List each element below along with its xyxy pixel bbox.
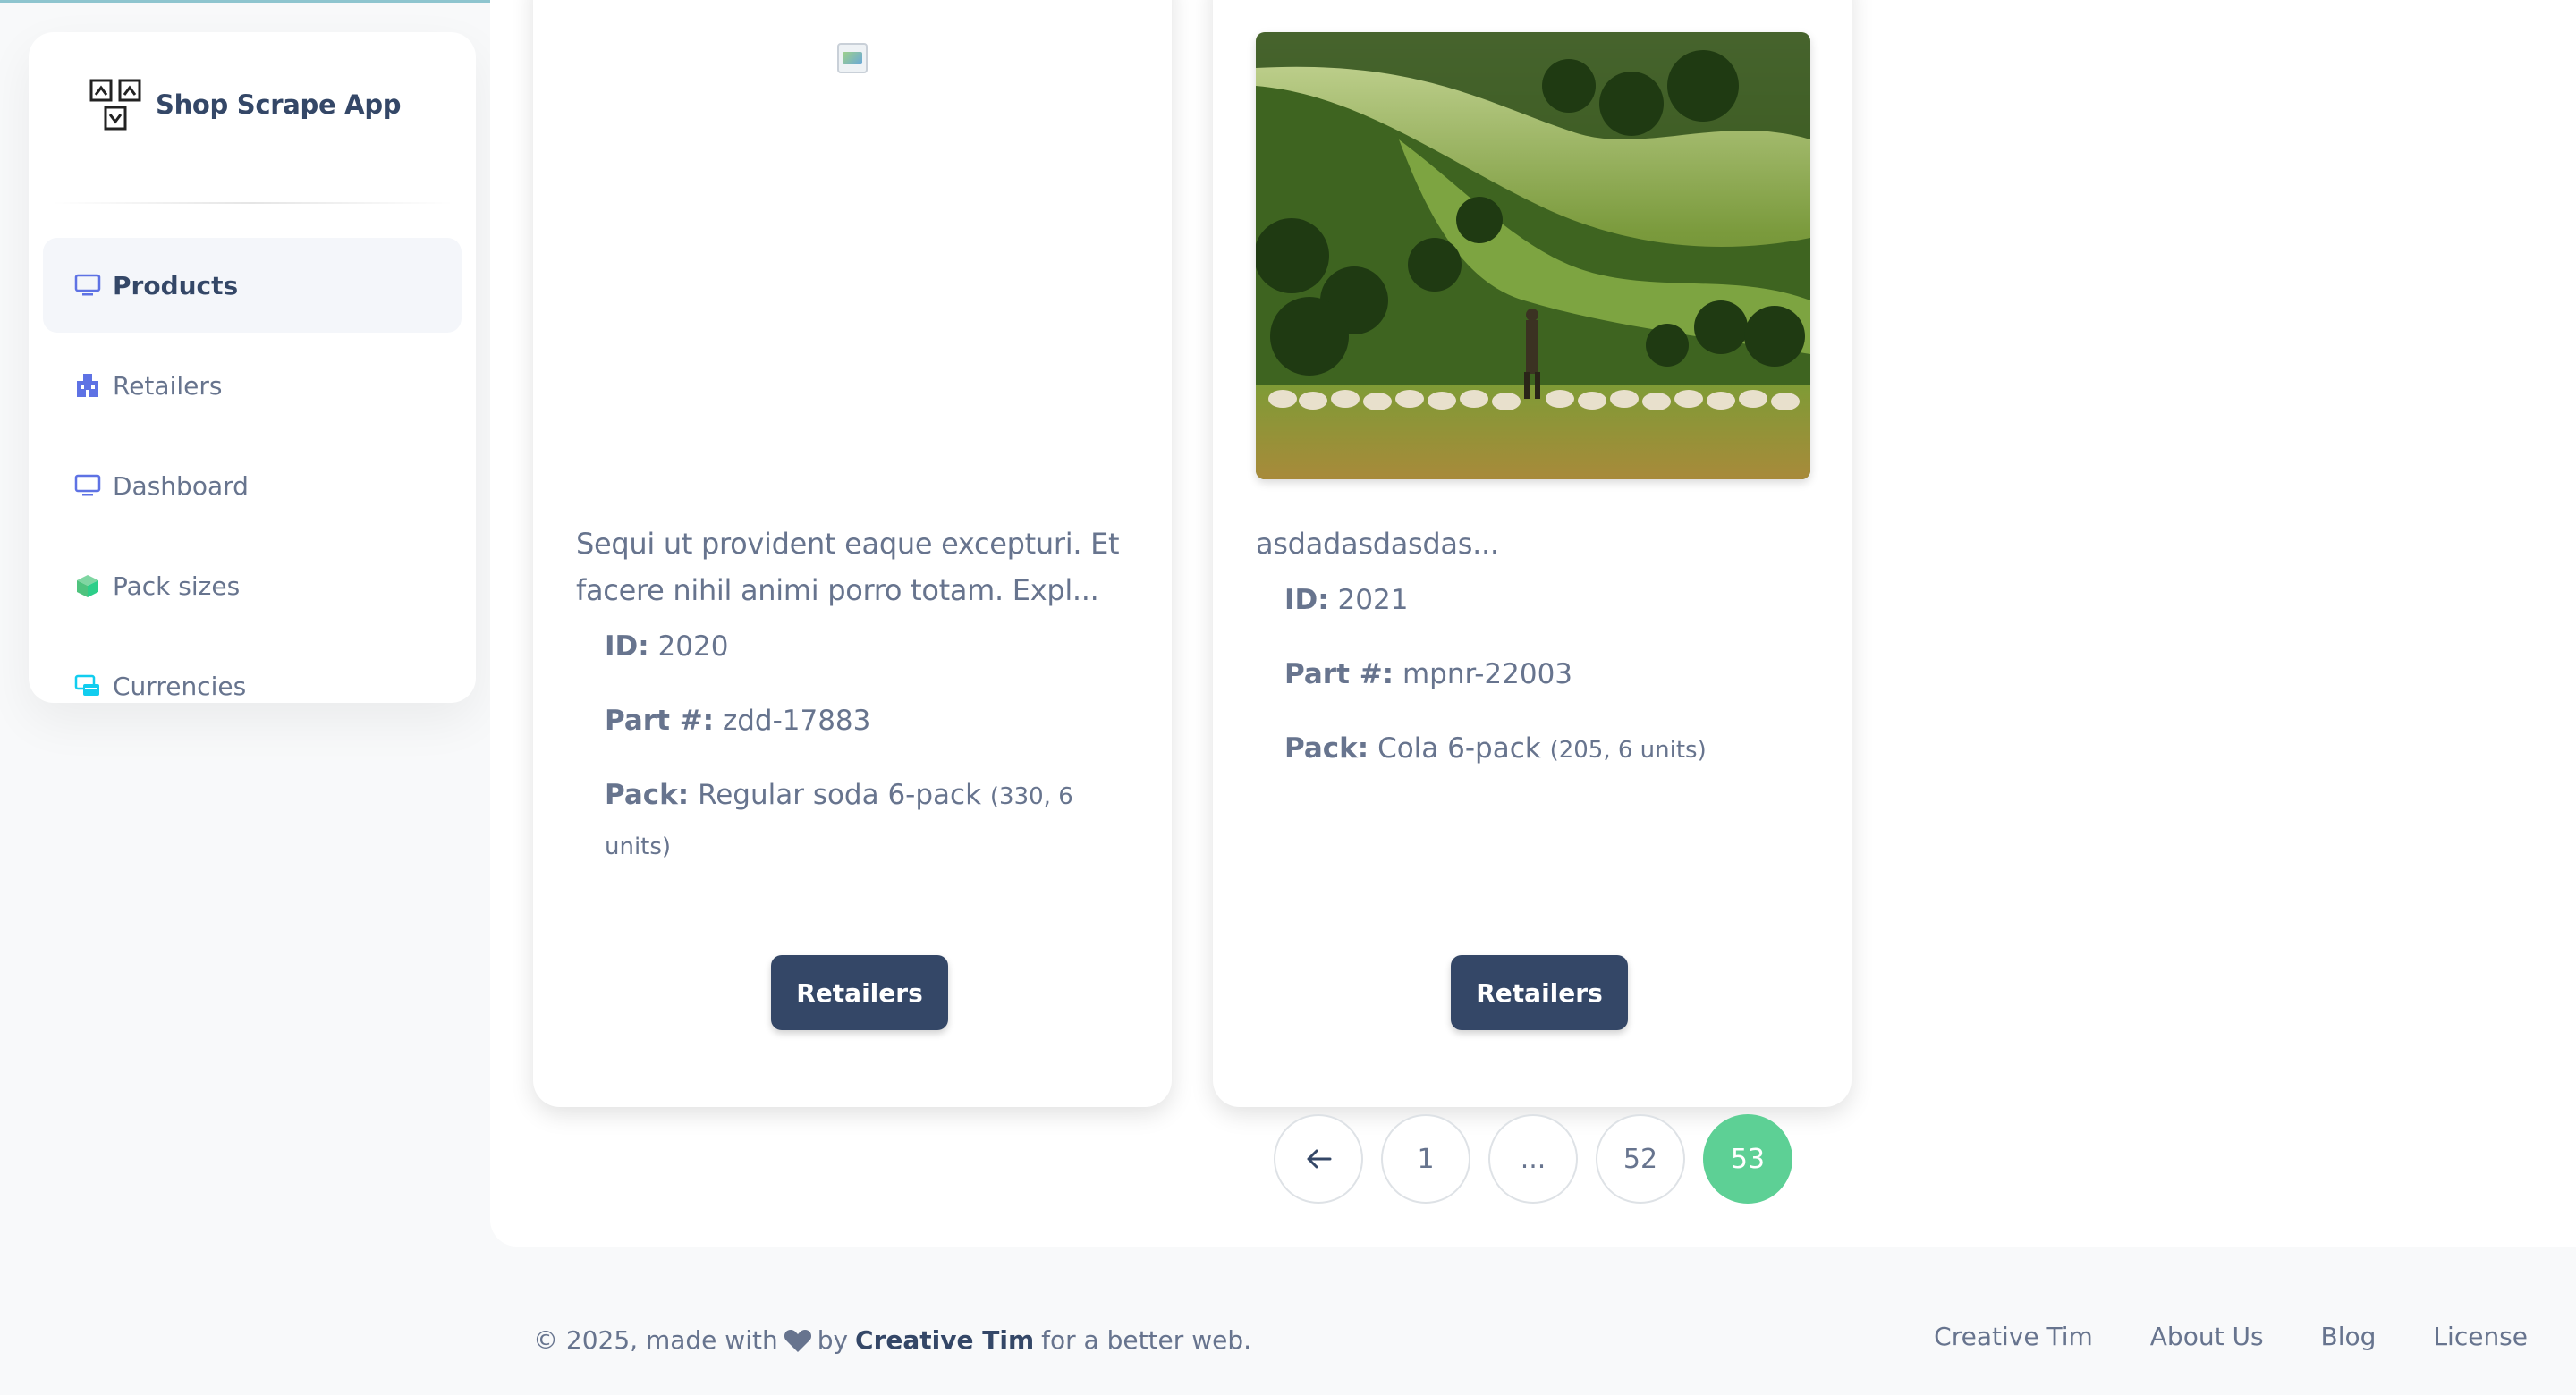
monitor-icon — [73, 271, 102, 300]
pagination: 1 ... 52 53 — [1274, 1114, 1810, 1204]
pagination-page-1[interactable]: 1 — [1381, 1114, 1470, 1204]
footer-copyright: © 2025, made with by Creative Tim for a … — [533, 1325, 1251, 1355]
copyright-prefix: © 2025, made with — [533, 1325, 778, 1355]
product-part: Part #: mpnr-22003 — [1284, 650, 1785, 698]
product-pack: Pack: Cola 6-pack (205, 6 units) — [1284, 724, 1785, 774]
credit-card-icon — [73, 672, 102, 700]
pagination-ellipsis[interactable]: ... — [1488, 1114, 1578, 1204]
sidebar-item-retailers[interactable]: Retailers — [43, 338, 462, 433]
copyright-by: by — [817, 1325, 849, 1355]
footer-link-about-us[interactable]: About Us — [2150, 1322, 2264, 1351]
monitor-icon — [73, 471, 102, 500]
pagination-prev-button[interactable] — [1274, 1114, 1363, 1204]
sidebar-item-label: Pack sizes — [113, 571, 241, 601]
heart-icon — [784, 1329, 811, 1352]
sidebar-item-label: Retailers — [113, 370, 223, 401]
pack-value: Regular soda 6-pack — [698, 779, 982, 811]
pack-detail: (205, 6 units) — [1549, 737, 1707, 764]
sidebar-item-pack-sizes[interactable]: Pack sizes — [43, 538, 462, 633]
product-id: ID: 2021 — [1284, 576, 1785, 624]
footer-links: Creative Tim About Us Blog License — [1877, 1322, 2528, 1351]
app-name: Shop Scrape App — [156, 89, 402, 120]
arrow-left-icon — [1307, 1149, 1332, 1169]
product-pack: Pack: Regular soda 6-pack (330, 6 units) — [605, 771, 1106, 871]
part-label: Part #: — [1284, 658, 1394, 690]
app-logo-icon — [89, 79, 141, 131]
pagination-page-52[interactable]: 52 — [1596, 1114, 1685, 1204]
product-image — [1256, 32, 1810, 479]
product-card: asdadasdasdas... ID: 2021 Part #: mpnr-2… — [1213, 0, 1852, 1107]
product-part: Part #: zdd-17883 — [605, 697, 1106, 745]
broken-image-icon — [837, 43, 868, 73]
sidebar-divider — [50, 202, 454, 204]
footer-link-blog[interactable]: Blog — [2321, 1322, 2377, 1351]
box-icon — [73, 571, 102, 600]
sidebar: Shop Scrape App Products Retailers Dashb… — [29, 32, 476, 703]
sidebar-item-currencies[interactable]: Currencies — [43, 638, 462, 733]
brand[interactable]: Shop Scrape App — [88, 77, 402, 132]
retailers-button[interactable]: Retailers — [771, 955, 948, 1030]
id-label: ID: — [605, 630, 649, 663]
pagination-page-53[interactable]: 53 — [1703, 1114, 1792, 1204]
footer-link-creative-tim[interactable]: Creative Tim — [1934, 1322, 2093, 1351]
part-value: zdd-17883 — [722, 705, 871, 737]
id-value: 2020 — [657, 630, 729, 663]
part-label: Part #: — [605, 705, 715, 737]
pack-label: Pack: — [1284, 732, 1369, 765]
pack-label: Pack: — [605, 779, 690, 811]
sidebar-item-label: Currencies — [113, 671, 247, 701]
sidebar-item-products[interactable]: Products — [43, 238, 462, 333]
sidebar-item-dashboard[interactable]: Dashboard — [43, 438, 462, 533]
sidebar-item-label: Products — [113, 270, 239, 300]
product-card: Sequi ut provident eaque excepturi. Et f… — [533, 0, 1172, 1107]
id-label: ID: — [1284, 584, 1329, 616]
sidebar-nav: Products Retailers Dashboard Pack sizes … — [43, 238, 462, 739]
sidebar-item-label: Dashboard — [113, 470, 249, 501]
building-icon — [73, 371, 102, 400]
footer-link-license[interactable]: License — [2433, 1322, 2528, 1351]
product-description: asdadasdasdas... — [1256, 527, 1499, 561]
part-value: mpnr-22003 — [1402, 658, 1573, 690]
id-value: 2021 — [1337, 584, 1409, 616]
author-link[interactable]: Creative Tim — [855, 1325, 1034, 1355]
pack-value: Cola 6-pack — [1377, 732, 1541, 765]
copyright-suffix: for a better web. — [1041, 1325, 1251, 1355]
product-id: ID: 2020 — [605, 622, 1106, 671]
retailers-button[interactable]: Retailers — [1451, 955, 1628, 1030]
product-description: Sequi ut provident eaque excepturi. Et f… — [576, 527, 1120, 607]
